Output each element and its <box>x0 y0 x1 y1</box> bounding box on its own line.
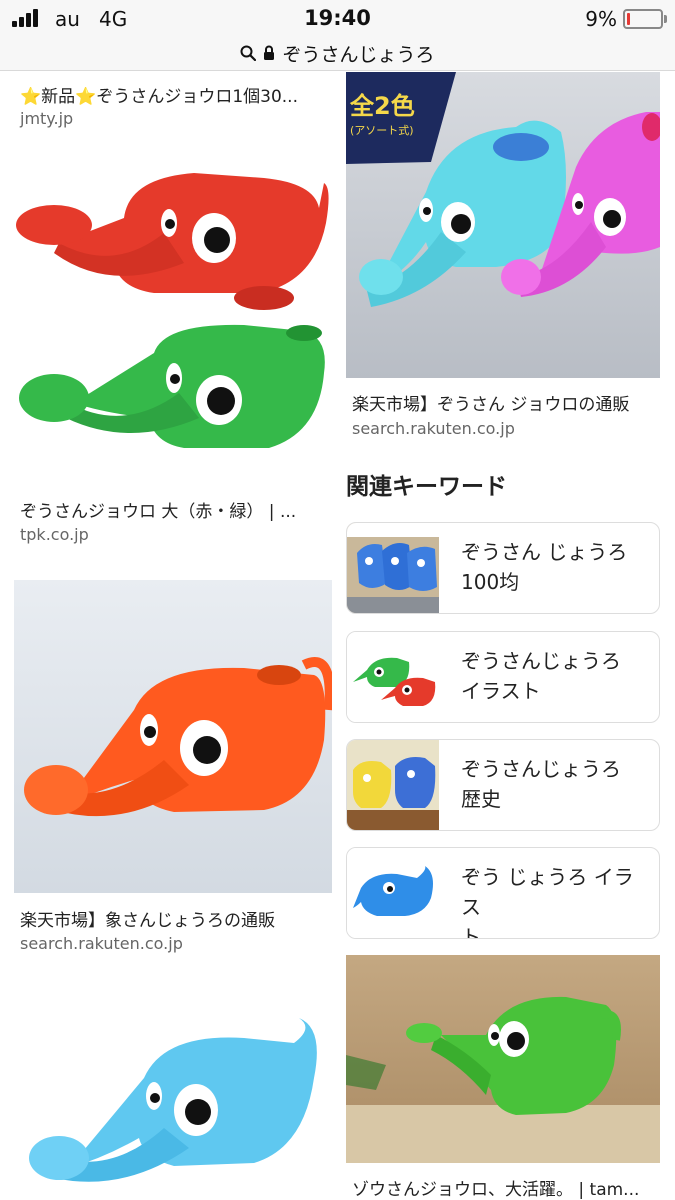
search-icon <box>240 45 257 61</box>
image-result-card[interactable]: ぞうさんジョウロ 大（赤・緑） | ... tpk.co.jp <box>14 163 332 553</box>
image-result-card[interactable]: 楽天市場】象さんじょうろの通販 search.rakuten.co.jp <box>14 580 332 960</box>
banner-text: 全2色 <box>349 92 415 120</box>
result-caption: ⭐新品⭐ぞうさんジョウロ1個30... <box>20 87 298 107</box>
related-keyword-card[interactable]: ぞうさん じょうろ 100均 <box>346 522 660 614</box>
battery-level <box>627 13 630 25</box>
result-source: tpk.co.jp <box>20 525 89 544</box>
related-keyword-image <box>347 523 439 613</box>
result-caption: 楽天市場】象さんじょうろの通販 <box>20 911 275 931</box>
related-keywords-heading: 関連キーワード <box>346 474 507 500</box>
clock: 19:40 <box>304 6 371 30</box>
result-source: search.rakuten.co.jp <box>352 419 515 438</box>
image-result-card[interactable]: ゾウさんジョウロ、大活躍。 | tam... <box>346 955 660 1200</box>
result-image <box>14 580 332 893</box>
related-keyword-image <box>347 632 439 722</box>
related-keyword-label: ぞう じょうろ イラス ト <box>461 865 634 939</box>
result-source: search.rakuten.co.jp <box>20 934 183 953</box>
lock-icon <box>264 45 275 60</box>
search-query: ぞうさんじょうろ <box>282 43 435 66</box>
image-result-card[interactable] <box>14 988 332 1200</box>
image-result-card[interactable]: 全2色 (アソート式) 楽天市場】ぞうさん ジョウロの通販 search.rak… <box>346 72 660 450</box>
related-keyword-card[interactable]: ぞうさんじょうろ 歴史 <box>346 739 660 831</box>
result-image: 全2色 (アソート式) <box>346 72 660 378</box>
result-caption: ぞうさんジョウロ 大（赤・緑） | ... <box>20 502 297 522</box>
related-keyword-image <box>347 848 439 938</box>
related-keyword-image <box>347 740 439 830</box>
related-keyword-label: ぞうさん じょうろ 100均 <box>461 540 628 594</box>
image-result-card[interactable]: ⭐新品⭐ぞうさんジョウロ1個30... jmty.jp <box>14 72 332 142</box>
banner-subtext: (アソート式) <box>350 124 414 137</box>
result-caption: 楽天市場】ぞうさん ジョウロの通販 <box>352 395 630 415</box>
related-keyword-card[interactable]: ぞうさんじょうろ イラスト <box>346 631 660 723</box>
related-keyword-label: ぞうさんじょうろ イラスト <box>461 649 621 703</box>
result-image <box>14 163 332 485</box>
address-bar[interactable]: ぞうさんじょうろ <box>0 36 675 71</box>
result-image <box>14 988 332 1200</box>
battery-percent: 9% <box>585 7 617 31</box>
related-keyword-card[interactable]: ぞう じょうろ イラス ト <box>346 847 660 939</box>
result-source: jmty.jp <box>20 109 74 128</box>
status-bar: au 4G 19:40 9% <box>0 0 675 36</box>
battery-icon <box>623 9 667 29</box>
result-caption: ゾウさんジョウロ、大活躍。 | tam... <box>352 1180 640 1200</box>
result-image <box>346 955 660 1163</box>
related-keyword-label: ぞうさんじょうろ 歴史 <box>461 757 621 811</box>
